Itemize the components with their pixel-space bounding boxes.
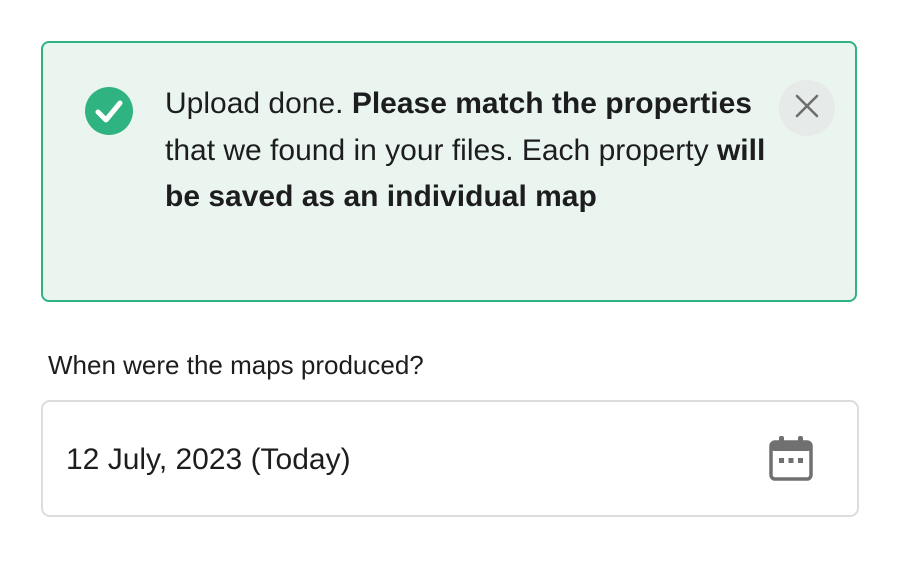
upload-page: Upload done. Please match the properties… [0,0,900,562]
alert-message-part: Upload done. [165,87,352,120]
alert-message-part: that we found in your files. Each proper… [165,133,717,167]
close-icon [794,93,820,124]
check-circle-icon [85,87,133,135]
production-date-field[interactable]: 12 July, 2023 (Today) [41,400,859,517]
production-date-label: When were the maps produced? [48,350,424,380]
close-alert-button[interactable] [779,80,835,136]
upload-success-alert: Upload done. Please match the properties… [41,41,857,302]
alert-message: Upload done. Please match the properties… [165,81,775,221]
calendar-icon[interactable] [767,433,815,483]
production-date-value: 12 July, 2023 (Today) [66,443,351,476]
alert-message-part-bold: Please match the properties [351,87,752,120]
